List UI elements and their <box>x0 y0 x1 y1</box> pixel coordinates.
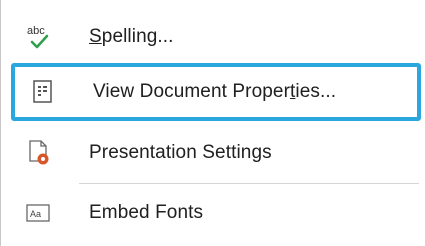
label-accelerator: S <box>89 26 102 47</box>
menu-item-spelling[interactable]: abc Spelling... <box>15 14 420 60</box>
spelling-abc-check-icon: abc <box>23 21 55 53</box>
menu-item-view-document-properties[interactable]: View Document Properties... <box>11 63 421 121</box>
embed-fonts-icon: Aa <box>23 197 55 229</box>
context-menu: abc Spelling... View Document Properties… <box>0 0 425 246</box>
label-part-2: ies... <box>295 81 337 102</box>
label-part-1: View Document Proper <box>93 81 291 102</box>
menu-item-label: Spelling... <box>89 26 174 48</box>
label-part-2: pelling... <box>101 26 174 47</box>
menu-item-embed-fonts[interactable]: Aa Embed Fonts <box>15 190 420 236</box>
menu-item-label: Embed Fonts <box>89 202 204 223</box>
menu-separator <box>79 183 419 184</box>
spelling-icon-text: abc <box>27 25 45 37</box>
presentation-settings-icon <box>23 137 55 169</box>
menu-item-presentation-settings[interactable]: Presentation Settings <box>15 130 420 176</box>
embed-fonts-icon-text: Aa <box>30 209 41 219</box>
menu-item-label: Presentation Settings <box>89 142 272 163</box>
menu-item-label: View Document Properties... <box>93 81 336 103</box>
document-properties-icon <box>27 76 59 108</box>
